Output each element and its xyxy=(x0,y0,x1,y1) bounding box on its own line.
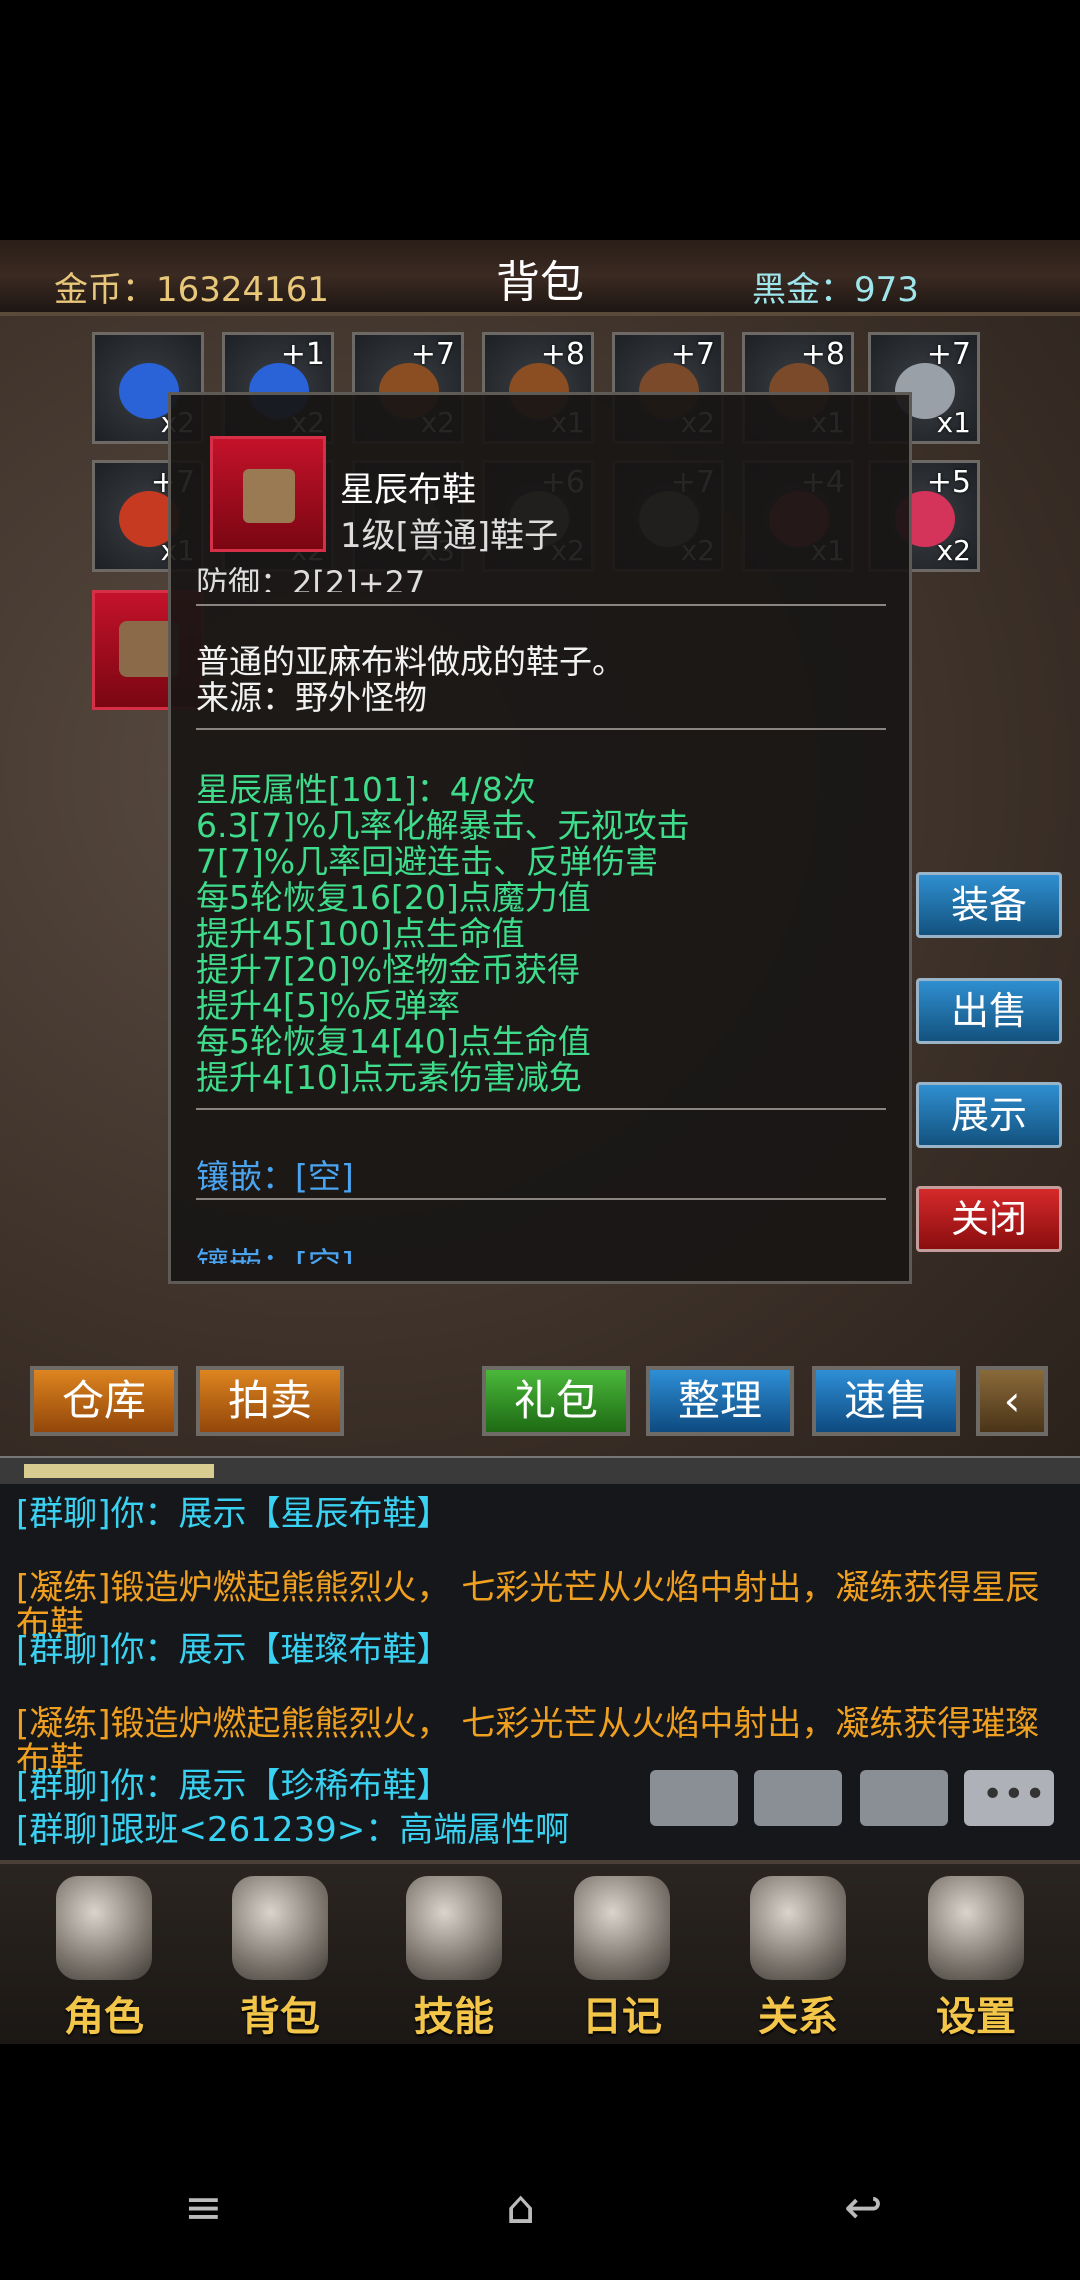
menu-icon[interactable]: ≡ xyxy=(184,2180,223,2234)
stat-line: 提升7[20]%怪物金币获得 xyxy=(196,950,581,989)
chat-message: [群聊]跟班<261239>：高端属性啊 xyxy=(16,1810,570,1850)
divider xyxy=(196,728,886,730)
warehouse-button[interactable]: 仓库 xyxy=(30,1366,178,1436)
nav-label: 角色 xyxy=(64,1994,144,2040)
gear-icon xyxy=(928,1876,1024,1980)
auction-button[interactable]: 拍卖 xyxy=(196,1366,344,1436)
stat-line: 每5轮恢复14[40]点生命值 xyxy=(196,1022,591,1061)
item-subtitle: 1级[普通]鞋子 xyxy=(340,516,559,556)
item-description: 普通的亚麻布料做成的鞋子。 来源：野外怪物 xyxy=(196,644,625,716)
scroll-icon xyxy=(574,1876,670,1980)
item-icon xyxy=(210,436,326,552)
stat-line: 提升45[100]点生命值 xyxy=(196,914,525,953)
nav-item[interactable]: 关系 xyxy=(728,1876,868,2040)
stat-line: 提升4[5]%反弹率 xyxy=(196,986,461,1025)
nav-item[interactable]: 日记 xyxy=(552,1876,692,2040)
stat-line: 提升4[10]点元素伤害减免 xyxy=(196,1058,582,1097)
divider xyxy=(196,1198,886,1200)
stat-line: 每5轮恢复16[20]点魔力值 xyxy=(196,878,591,917)
nav-label: 技能 xyxy=(414,1994,494,2040)
chat-tab-bar[interactable] xyxy=(0,1456,1080,1486)
nav-item[interactable]: 技能 xyxy=(384,1876,524,2040)
desc-source: 来源：野外怪物 xyxy=(196,678,427,717)
home-icon[interactable]: ⌂ xyxy=(506,2180,535,2234)
backpack-icon xyxy=(232,1876,328,1980)
item-level: +7 xyxy=(670,337,715,372)
desc-line: 普通的亚麻布料做成的鞋子。 xyxy=(196,642,625,681)
boots-icon xyxy=(243,469,295,523)
stat-line: 星辰属性[101]：4/8次 xyxy=(196,770,536,809)
stat-line: 6.3[7]%几率化解暴击、无视攻击 xyxy=(196,806,690,845)
chat-message: [群聊]你：展示【珍稀布鞋】 xyxy=(16,1766,451,1806)
gauntlet-icon xyxy=(750,1876,846,1980)
nav-label: 设置 xyxy=(936,1994,1016,2040)
sort-button[interactable]: 整理 xyxy=(646,1366,794,1436)
stop-icon[interactable] xyxy=(860,1770,948,1826)
item-level: +7 xyxy=(926,337,971,372)
item-level: +8 xyxy=(540,337,585,372)
chat-bubble-icon[interactable]: ••• xyxy=(964,1770,1054,1826)
nav-item[interactable]: 角色 xyxy=(34,1876,174,2040)
divider xyxy=(196,1108,886,1110)
equip-button[interactable]: 装备 xyxy=(916,872,1062,938)
close-button[interactable]: 关闭 xyxy=(916,1186,1062,1252)
helmet-icon xyxy=(56,1876,152,1980)
chat-tab-active[interactable] xyxy=(24,1464,214,1478)
sell-button[interactable]: 出售 xyxy=(916,978,1062,1044)
back-icon[interactable]: ↩ xyxy=(844,2180,883,2234)
nav-label: 关系 xyxy=(758,1994,838,2040)
nav-item[interactable]: 设置 xyxy=(906,1876,1046,2040)
chat-message: [群聊]你：展示【璀璨布鞋】 xyxy=(16,1630,451,1670)
item-level: +8 xyxy=(800,337,845,372)
blackgold-display: 黑金：973 xyxy=(752,270,919,310)
chat-message: [群聊]你：展示【星辰布鞋】 xyxy=(16,1494,451,1534)
socket-1: 镶嵌：[空] xyxy=(196,1157,354,1196)
stat-line: 7[7]%几率回避连击、反弹伤害 xyxy=(196,842,659,881)
nav-item[interactable]: 背包 xyxy=(210,1876,350,2040)
item-count: x1 xyxy=(936,406,971,439)
chevron-left-icon: ‹ xyxy=(1003,1376,1021,1425)
item-name: 星辰布鞋 xyxy=(340,470,476,510)
divider xyxy=(196,604,886,606)
nav-label: 背包 xyxy=(240,1994,320,2040)
collapse-button[interactable]: ‹ xyxy=(976,1366,1048,1436)
quicksell-button[interactable]: 速售 xyxy=(812,1366,960,1436)
compass-icon[interactable] xyxy=(754,1770,842,1826)
gold-display: 金币：16324161 xyxy=(54,270,330,310)
nav-label: 日记 xyxy=(582,1994,662,2040)
skill-book-icon xyxy=(406,1876,502,1980)
show-button[interactable]: 展示 xyxy=(916,1082,1062,1148)
item-stats: 星辰属性[101]：4/8次 6.3[7]%几率化解暴击、无视攻击 7[7]%几率回… xyxy=(196,772,690,1096)
gift-button[interactable]: 礼包 xyxy=(482,1366,630,1436)
item-level: +5 xyxy=(926,465,971,500)
item-count: x2 xyxy=(936,534,971,567)
socket-2: 镶嵌：[空] xyxy=(196,1238,354,1264)
trophy-icon[interactable] xyxy=(650,1770,738,1826)
item-defense: 防御：2[2]+27 xyxy=(196,564,426,592)
item-level: +1 xyxy=(280,337,325,372)
item-level: +7 xyxy=(410,337,455,372)
